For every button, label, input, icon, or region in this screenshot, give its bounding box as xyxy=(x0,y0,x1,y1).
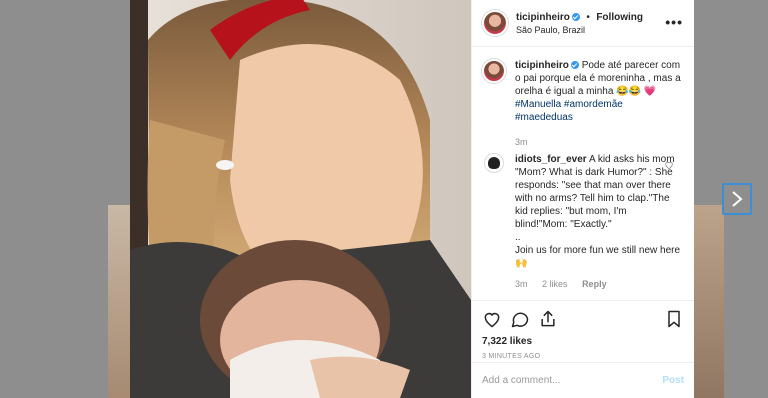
post-sidebar: ticipinheiro • Following São Paulo, Braz… xyxy=(471,0,694,398)
bookmark-icon[interactable] xyxy=(664,309,684,329)
reply-button[interactable]: Reply xyxy=(582,279,607,289)
comment-text-separator: .. xyxy=(515,232,521,243)
caption-age: 3m xyxy=(515,137,528,147)
post-modal: ticipinheiro • Following São Paulo, Braz… xyxy=(130,0,694,398)
post-header: ticipinheiro • Following São Paulo, Braz… xyxy=(472,0,694,47)
caption-hashtags[interactable]: #Manuella #amordemãe #maededuas xyxy=(515,99,623,123)
comment-age: 3m xyxy=(515,279,528,289)
background-photo-right xyxy=(694,205,724,398)
chevron-right-icon xyxy=(732,191,743,207)
comment-like-heart-icon[interactable] xyxy=(664,157,674,170)
verified-badge-icon xyxy=(571,13,580,21)
next-post-button[interactable] xyxy=(722,183,752,215)
comment-input[interactable] xyxy=(482,375,663,386)
post-photo[interactable] xyxy=(130,0,471,398)
heart-icon[interactable] xyxy=(482,309,502,329)
comments-section[interactable]: ticipinheiro Pode até parecer com o pai … xyxy=(472,47,694,300)
post-comment-button[interactable]: Post xyxy=(662,375,684,386)
share-icon[interactable] xyxy=(538,309,558,329)
post-timestamp: 3 MINUTES AGO xyxy=(482,353,541,360)
caption: ticipinheiro Pode até parecer com o pai … xyxy=(482,59,684,149)
separator-dot: • xyxy=(586,12,590,23)
following-button[interactable]: Following xyxy=(596,12,643,23)
photo-illustration xyxy=(130,0,471,398)
commenter-username[interactable]: idiots_for_ever xyxy=(515,154,587,165)
comment-text-footer: Join us for more fun we still new here🙌 xyxy=(515,245,681,269)
author-avatar[interactable] xyxy=(482,10,508,36)
verified-badge-icon xyxy=(570,61,579,69)
post-location[interactable]: São Paulo, Brazil xyxy=(516,24,643,37)
likes-count[interactable]: 7,322 likes xyxy=(482,336,684,347)
background-photo-left xyxy=(108,205,130,398)
author-username[interactable]: ticipinheiro xyxy=(516,12,570,23)
commenter-avatar[interactable] xyxy=(484,153,504,173)
comment-text: A kid asks his mom "Mom? What is dark Hu… xyxy=(515,154,675,230)
comment-icon[interactable] xyxy=(510,309,530,329)
comment-likes[interactable]: 2 likes xyxy=(542,279,568,289)
add-comment-bar: Post xyxy=(472,362,694,398)
caption-username[interactable]: ticipinheiro xyxy=(515,60,569,71)
caption-avatar[interactable] xyxy=(482,59,506,83)
more-options-icon[interactable]: ••• xyxy=(665,14,683,30)
comment-item: idiots_for_ever A kid asks his mom "Mom?… xyxy=(482,153,684,291)
post-actions: 7,322 likes 3 MINUTES AGO xyxy=(472,300,694,362)
